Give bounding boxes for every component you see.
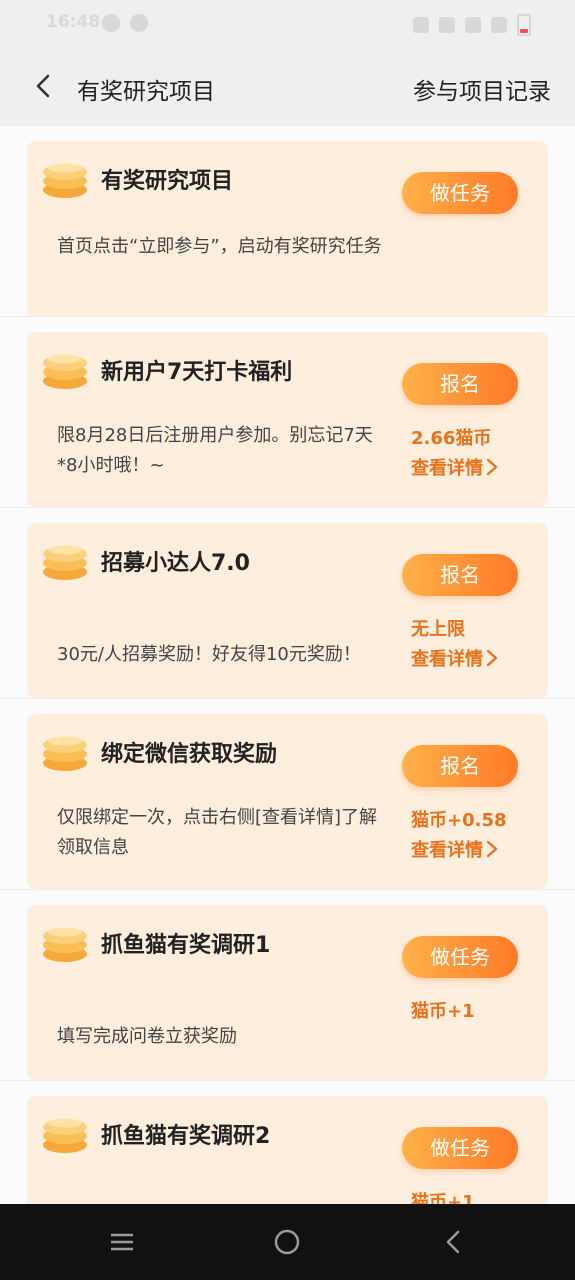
chevron-right-icon xyxy=(486,458,498,476)
coin-stack-icon xyxy=(43,1118,87,1153)
home-circle-icon[interactable] xyxy=(273,1228,301,1256)
project-card[interactable]: 抓鱼猫有奖调研1 做任务 猫币+1 填写完成问卷立获奖励 xyxy=(27,905,548,1080)
page-title: 有奖研究项目 xyxy=(77,79,215,105)
wifi-icon xyxy=(465,17,481,33)
header: 有奖研究项目 参与项目记录 xyxy=(0,48,575,126)
card-title: 有奖研究项目 xyxy=(101,169,234,194)
project-list[interactable]: 有奖研究项目 做任务 首页点击“立即参与”，启动有奖研究任务 新用户7天打卡福利… xyxy=(0,126,575,1204)
chevron-right-icon xyxy=(486,649,498,667)
view-details-link[interactable]: 查看详情 xyxy=(411,836,499,862)
signal-icon xyxy=(491,17,507,33)
project-card[interactable]: 招募小达人7.0 报名 无上限 查看详情 30元/人招募奖励！好友得10元奖励！ xyxy=(27,523,548,698)
reward-amount: 猫币+1 xyxy=(411,1192,475,1204)
view-details-label: 查看详情 xyxy=(411,840,483,861)
sign-up-button[interactable]: 报名 xyxy=(402,554,518,596)
project-card[interactable]: 抓鱼猫有奖调研2 做任务 猫币+1 xyxy=(27,1096,548,1204)
vibrate-icon xyxy=(413,17,429,33)
view-details-link[interactable]: 查看详情 xyxy=(411,454,499,480)
view-details-label: 查看详情 xyxy=(411,458,483,479)
do-task-button[interactable]: 做任务 xyxy=(402,172,518,214)
card-description: 填写完成问卷立获奖励 xyxy=(57,1026,237,1047)
status-time: 16:48 xyxy=(46,12,101,32)
do-task-button[interactable]: 做任务 xyxy=(402,1127,518,1169)
card-title: 抓鱼猫有奖调研1 xyxy=(101,933,271,958)
status-notification-icons xyxy=(102,14,148,32)
card-title: 绑定微信获取奖励 xyxy=(101,742,278,767)
battery-icon xyxy=(517,14,531,36)
card-description: 仅限绑定一次，点击右侧[查看详情]了解领取信息 xyxy=(57,807,378,858)
chevron-right-icon xyxy=(486,840,498,858)
view-details-label: 查看详情 xyxy=(411,649,483,670)
participation-records-link[interactable]: 参与项目记录 xyxy=(413,72,551,106)
telegram-icon xyxy=(102,14,120,32)
card-title: 抓鱼猫有奖调研2 xyxy=(101,1124,271,1149)
sign-up-button[interactable]: 报名 xyxy=(402,363,518,405)
divider xyxy=(0,1080,575,1081)
status-right-icons xyxy=(413,14,531,36)
project-card[interactable]: 新用户7天打卡福利 报名 2.66猫币 查看详情 限8月28日后注册用户参加。别… xyxy=(27,332,548,507)
card-description: 首页点击“立即参与”，启动有奖研究任务 xyxy=(57,236,382,257)
coin-stack-icon xyxy=(43,927,87,962)
reward-amount: 无上限 xyxy=(411,619,465,640)
coin-stack-icon xyxy=(43,736,87,771)
reward-amount: 猫币+1 xyxy=(411,1001,475,1022)
system-navigation-bar xyxy=(0,1204,575,1280)
do-task-button[interactable]: 做任务 xyxy=(402,936,518,978)
reward-amount: 猫币+0.58 xyxy=(411,810,507,831)
status-bar: 16:48 xyxy=(0,0,575,48)
card-title: 新用户7天打卡福利 xyxy=(101,360,293,385)
coin-stack-icon xyxy=(43,545,87,580)
app-notification-icon xyxy=(130,14,148,32)
divider xyxy=(0,507,575,508)
divider xyxy=(0,889,575,890)
card-description: 限8月28日后注册用户参加。别忘记7天*8小时哦！~ xyxy=(57,425,373,476)
coin-stack-icon xyxy=(43,163,87,198)
call-icon xyxy=(439,17,455,33)
divider xyxy=(0,698,575,699)
card-title: 招募小达人7.0 xyxy=(101,551,250,576)
menu-icon[interactable] xyxy=(108,1228,136,1256)
coin-stack-icon xyxy=(43,354,87,389)
sign-up-button[interactable]: 报名 xyxy=(402,745,518,787)
project-card[interactable]: 绑定微信获取奖励 报名 猫币+0.58 查看详情 仅限绑定一次，点击右侧[查看详… xyxy=(27,714,548,889)
view-details-link[interactable]: 查看详情 xyxy=(411,645,499,671)
back-triangle-icon[interactable] xyxy=(440,1228,468,1256)
reward-amount: 2.66猫币 xyxy=(411,428,492,449)
divider xyxy=(0,316,575,317)
card-description: 30元/人招募奖励！好友得10元奖励！ xyxy=(57,644,361,665)
back-icon[interactable] xyxy=(30,72,58,100)
project-card[interactable]: 有奖研究项目 做任务 首页点击“立即参与”，启动有奖研究任务 xyxy=(27,141,548,316)
